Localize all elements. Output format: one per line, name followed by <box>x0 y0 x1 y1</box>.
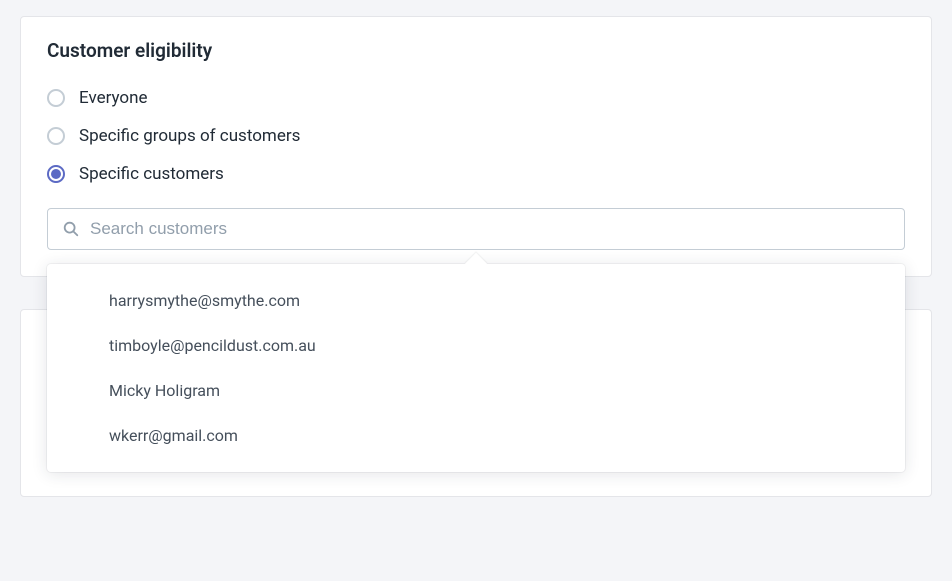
suggestion-item[interactable]: timboyle@pencildust.com.au <box>47 323 905 368</box>
suggestion-item[interactable]: harrysmythe@smythe.com <box>47 278 905 323</box>
radio-icon <box>47 127 65 145</box>
section-title: Customer eligibility <box>47 39 905 62</box>
radio-label: Specific customers <box>79 164 224 184</box>
suggestion-item[interactable]: Micky Holigram <box>47 368 905 413</box>
radio-specific-customers[interactable]: Specific customers <box>47 164 905 184</box>
customer-eligibility-card: Customer eligibility Everyone Specific g… <box>20 16 932 277</box>
customer-suggestions-dropdown: harrysmythe@smythe.com timboyle@pencildu… <box>47 264 905 472</box>
radio-icon <box>47 165 65 183</box>
search-icon <box>62 220 80 238</box>
radio-icon <box>47 89 65 107</box>
radio-label: Everyone <box>79 88 148 108</box>
search-input[interactable] <box>90 219 890 239</box>
suggestion-item[interactable]: wkerr@gmail.com <box>47 413 905 458</box>
search-box[interactable] <box>47 208 905 250</box>
radio-everyone[interactable]: Everyone <box>47 88 905 108</box>
eligibility-radio-group: Everyone Specific groups of customers Sp… <box>47 88 905 184</box>
search-wrap: harrysmythe@smythe.com timboyle@pencildu… <box>47 208 905 250</box>
radio-specific-groups[interactable]: Specific groups of customers <box>47 126 905 146</box>
radio-label: Specific groups of customers <box>79 126 300 146</box>
